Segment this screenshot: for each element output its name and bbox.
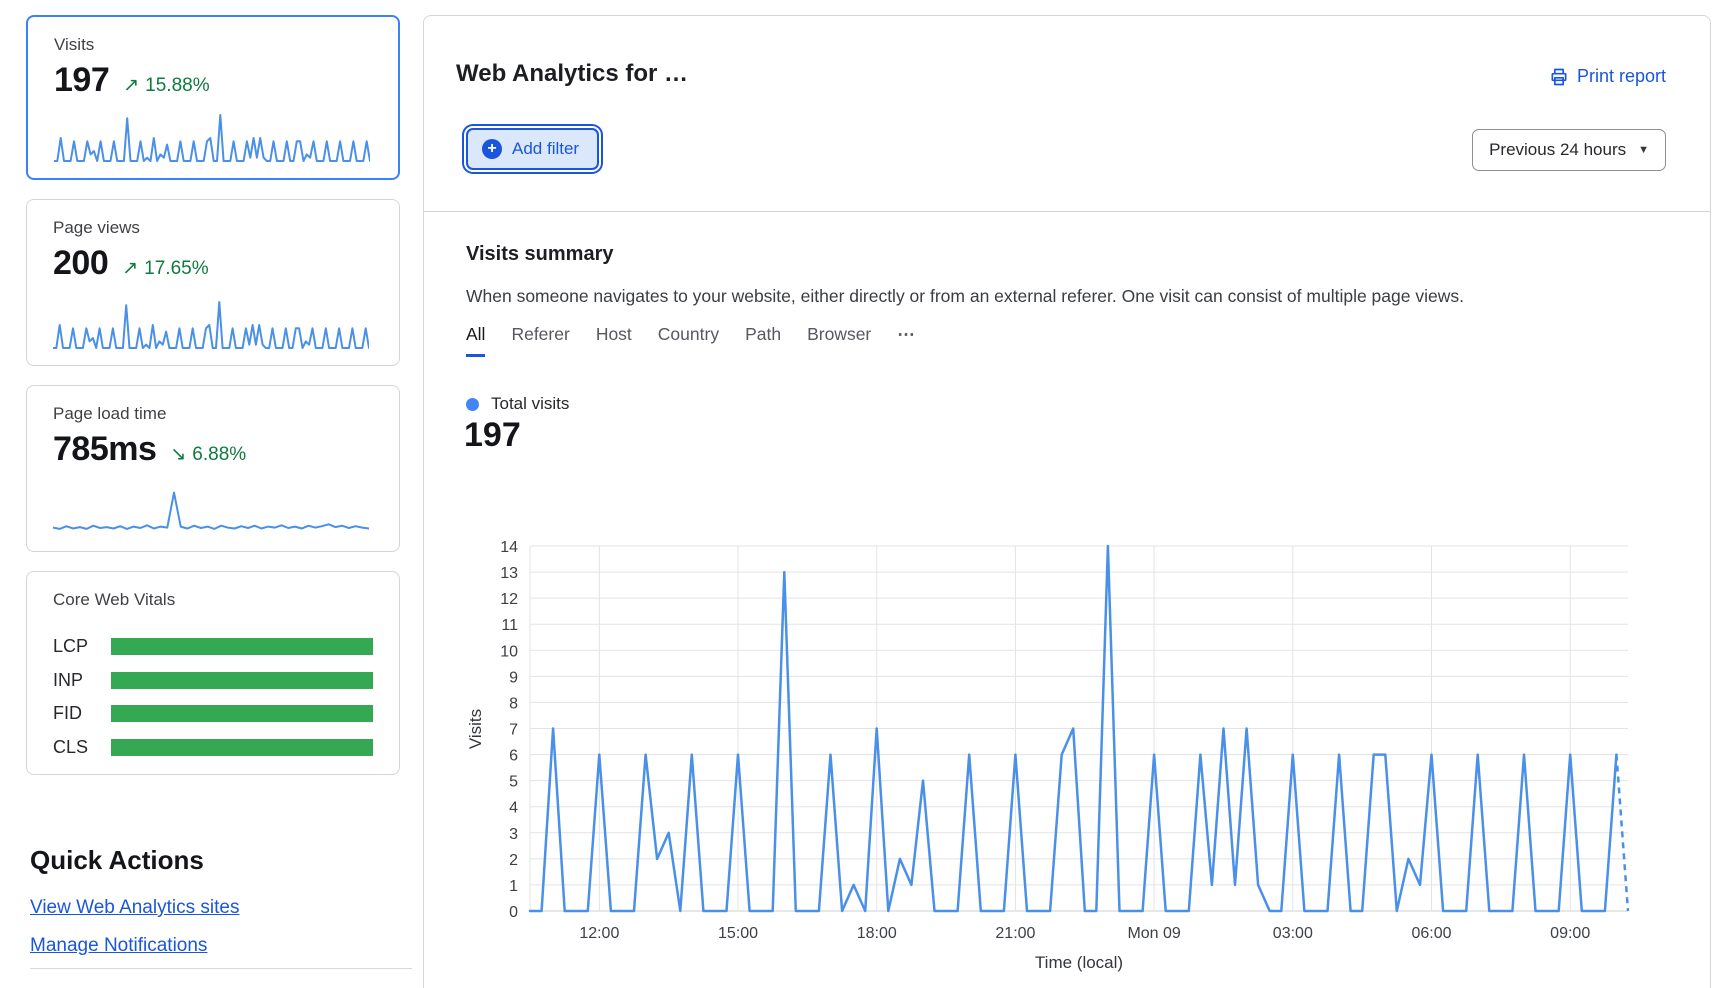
vital-bar — [111, 705, 373, 722]
vital-row: FID — [53, 703, 375, 723]
svg-text:18:00: 18:00 — [857, 925, 897, 942]
page-title: Web Analytics for … — [456, 60, 688, 88]
add-filter-label: Add filter — [512, 139, 579, 159]
card-title: Page load time — [53, 404, 166, 424]
card-title: Page views — [53, 218, 140, 238]
svg-text:14: 14 — [500, 539, 518, 556]
svg-text:5: 5 — [509, 774, 518, 791]
svg-text:Visits: Visits — [466, 709, 485, 749]
card-title: Core Web Vitals — [53, 590, 175, 610]
vital-label: FID — [53, 703, 82, 724]
svg-text:03:00: 03:00 — [1273, 925, 1313, 942]
card-page-views[interactable]: Page views 200 ↗ 17.65% — [26, 199, 400, 366]
total-visits-value: 197 — [464, 416, 521, 455]
vital-bar — [111, 739, 373, 756]
vital-label: INP — [53, 670, 83, 691]
card-title: Visits — [54, 35, 94, 55]
vital-label: LCP — [53, 636, 88, 657]
quick-actions-title: Quick Actions — [30, 845, 204, 876]
print-report-link[interactable]: Print report — [1549, 66, 1666, 87]
legend-dot-icon — [466, 398, 479, 411]
trend-down-icon: ↘ — [170, 443, 186, 466]
tab-browser[interactable]: Browser — [807, 324, 871, 357]
main-panel: Web Analytics for … Print report + Add f… — [423, 15, 1711, 988]
card-page-load-time[interactable]: Page load time 785ms ↘ 6.88% — [26, 385, 400, 552]
tab-all[interactable]: All — [466, 324, 485, 357]
tab-referer[interactable]: Referer — [511, 324, 569, 357]
card-value: 197 — [54, 61, 109, 100]
divider — [424, 211, 1710, 212]
printer-icon — [1549, 67, 1569, 87]
svg-text:09:00: 09:00 — [1550, 925, 1590, 942]
delta-value: 15.88% — [145, 75, 209, 97]
svg-text:0: 0 — [509, 904, 518, 921]
svg-text:06:00: 06:00 — [1411, 925, 1451, 942]
svg-text:15:00: 15:00 — [718, 925, 758, 942]
svg-text:7: 7 — [509, 722, 518, 739]
card-value: 200 — [53, 244, 108, 283]
legend-label: Total visits — [491, 394, 569, 414]
svg-text:21:00: 21:00 — [995, 925, 1035, 942]
link-view-web-analytics-sites[interactable]: View Web Analytics sites — [30, 897, 239, 919]
summary-description: When someone navigates to your website, … — [466, 286, 1464, 307]
svg-text:Mon 09: Mon 09 — [1127, 925, 1180, 942]
summary-title: Visits summary — [466, 243, 614, 266]
svg-text:4: 4 — [509, 800, 518, 817]
svg-text:11: 11 — [501, 617, 518, 634]
delta-value: 17.65% — [144, 258, 208, 280]
tab-host[interactable]: Host — [596, 324, 632, 357]
svg-text:9: 9 — [509, 669, 518, 686]
delta-badge: ↗ 15.88% — [123, 74, 209, 97]
svg-text:3: 3 — [509, 826, 518, 843]
sparkline-chart — [54, 112, 370, 164]
svg-text:2: 2 — [509, 852, 518, 869]
vital-bar — [111, 638, 373, 655]
card-visits[interactable]: Visits 197 ↗ 15.88% — [26, 15, 400, 180]
vital-row: CLS — [53, 737, 375, 757]
summary-tabs: All Referer Host Country Path Browser ⋯ — [466, 324, 916, 357]
plus-circle-icon: + — [482, 139, 502, 159]
chevron-down-icon: ▼ — [1638, 144, 1649, 156]
trend-up-icon: ↗ — [123, 74, 139, 97]
svg-text:Time (local): Time (local) — [1035, 953, 1123, 972]
add-filter-button[interactable]: + Add filter — [466, 128, 599, 170]
sparkline-chart — [53, 485, 369, 537]
core-web-vitals-card[interactable]: Core Web Vitals LCP INP FID CLS — [26, 571, 400, 775]
svg-text:6: 6 — [509, 748, 518, 765]
card-value: 785ms — [53, 430, 156, 469]
svg-text:12:00: 12:00 — [579, 925, 619, 942]
vital-row: LCP — [53, 636, 375, 656]
tabs-overflow-button[interactable]: ⋯ — [897, 324, 916, 357]
trend-up-icon: ↗ — [122, 257, 138, 280]
svg-text:8: 8 — [509, 695, 518, 712]
tab-path[interactable]: Path — [745, 324, 781, 357]
svg-text:13: 13 — [500, 565, 518, 582]
delta-badge: ↗ 17.65% — [122, 257, 208, 280]
svg-text:1: 1 — [509, 878, 518, 895]
svg-text:12: 12 — [500, 591, 518, 608]
legend-total-visits[interactable]: Total visits — [466, 394, 569, 414]
vital-bar — [111, 672, 373, 689]
print-report-label: Print report — [1577, 66, 1666, 87]
sparkline-chart — [53, 299, 369, 351]
time-range-label: Previous 24 hours — [1489, 140, 1626, 160]
time-range-dropdown[interactable]: Previous 24 hours ▼ — [1472, 129, 1666, 171]
delta-value: 6.88% — [192, 444, 246, 466]
link-manage-notifications[interactable]: Manage Notifications — [30, 935, 207, 957]
divider — [30, 968, 412, 969]
tab-country[interactable]: Country — [658, 324, 719, 357]
svg-text:10: 10 — [500, 643, 518, 660]
visits-line-chart: 0123456789101112131412:0015:0018:0021:00… — [454, 531, 1704, 986]
vital-row: INP — [53, 670, 375, 690]
delta-badge: ↘ 6.88% — [170, 443, 246, 466]
vital-label: CLS — [53, 737, 88, 758]
